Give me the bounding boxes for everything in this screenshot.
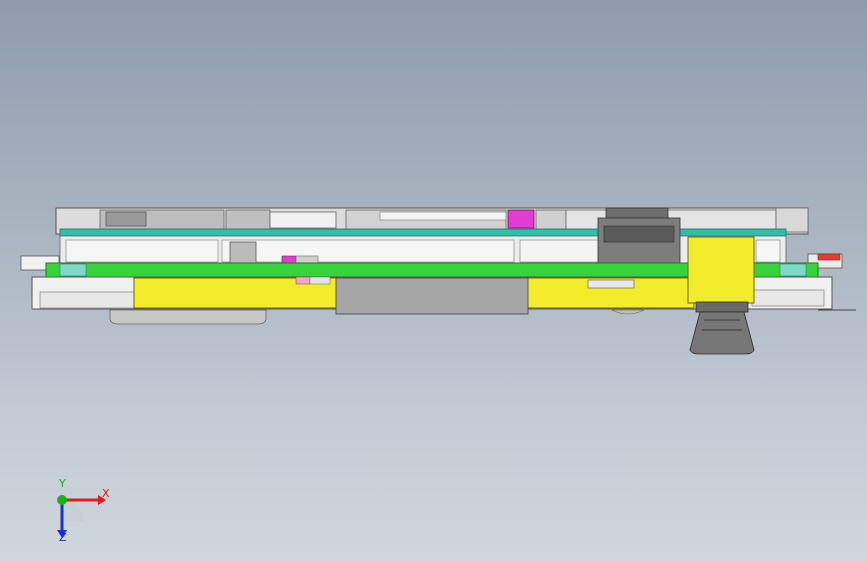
bottom-foot [109, 309, 267, 325]
knob-cap[interactable] [605, 207, 669, 219]
grey-pad [309, 276, 331, 285]
main-pcb-teal-left [59, 263, 87, 277]
yellow-connector-block[interactable] [687, 236, 755, 304]
knob-grip [603, 225, 675, 243]
housing-top-block-8 [775, 207, 809, 233]
magenta-connector-top[interactable] [507, 209, 535, 229]
battery-connector [587, 279, 635, 289]
housing-top-block-5 [379, 211, 507, 221]
housing-top-block-6 [535, 209, 567, 231]
axis-x-label: X [102, 487, 110, 500]
camera-lens[interactable] [689, 311, 755, 355]
middle-cell-2 [221, 239, 515, 263]
pink-pad [295, 276, 311, 285]
bottom-frame-step-left [39, 291, 139, 309]
bottom-frame-step-right [751, 289, 825, 307]
pcb-assembly-side-view[interactable] [0, 0, 867, 562]
right-red-pad [817, 253, 841, 261]
bottom-bump [611, 309, 645, 315]
middle-cell-3 [519, 239, 601, 263]
standoff-post [229, 241, 257, 265]
coordinate-triad: X Y Z [40, 478, 130, 548]
housing-top-dark-block [105, 211, 147, 227]
axis-z-label: Z [59, 531, 67, 544]
axis-y-label: Y [59, 477, 66, 490]
housing-top-block-2 [225, 209, 271, 231]
battery-label-plate [335, 277, 529, 315]
coordinate-triad-icon [57, 495, 106, 538]
lens-mount [695, 301, 749, 313]
main-pcb-teal-right [779, 263, 807, 277]
cad-viewport[interactable]: X Y Z [0, 0, 867, 562]
housing-top-block-3 [269, 211, 337, 229]
middle-cell-1 [65, 239, 219, 263]
right-cell [755, 239, 781, 263]
